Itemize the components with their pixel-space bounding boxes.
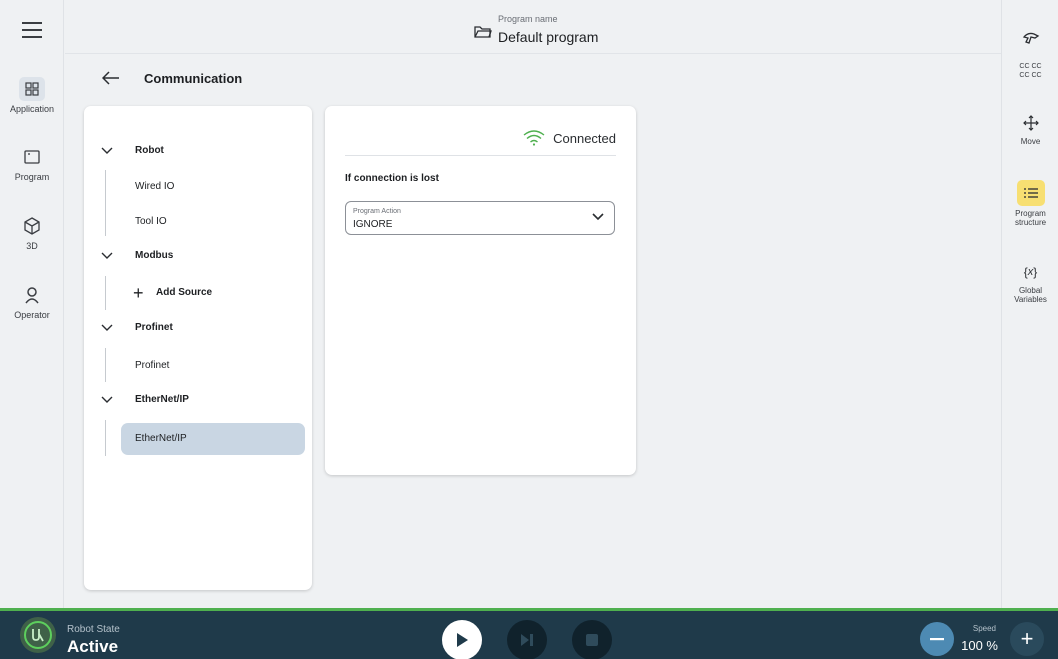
chevron-down-icon <box>101 324 113 331</box>
speed-decrease-button[interactable] <box>920 622 954 656</box>
connection-status: Connected <box>523 130 616 146</box>
rail-label-operator: Operator <box>14 310 50 320</box>
window-icon <box>0 146 64 168</box>
tree-connector <box>105 276 106 310</box>
stop-button[interactable] <box>572 620 612 659</box>
back-arrow-icon[interactable] <box>101 68 120 91</box>
step-button[interactable] <box>507 620 547 659</box>
chevron-down-icon <box>101 396 113 403</box>
play-icon <box>457 633 468 647</box>
tree-section-ethernet-ip[interactable]: EtherNet/IP <box>84 390 312 412</box>
rail-label-move: Move <box>1020 137 1041 146</box>
tree-section-label: Modbus <box>135 250 174 261</box>
speed-label: Speed <box>972 624 996 633</box>
tree-item-tool-io[interactable]: Tool IO <box>121 206 305 238</box>
tree-item-profinet[interactable]: Profinet <box>121 350 305 382</box>
rail-item-application[interactable]: Application <box>0 77 64 114</box>
connection-status-text: Connected <box>553 130 616 146</box>
variables-icon: {x} <box>1023 264 1038 279</box>
wifi-icon <box>523 130 545 146</box>
select-value: IGNORE <box>353 219 393 230</box>
cube-icon <box>0 215 64 237</box>
plus-icon: + <box>133 283 144 303</box>
minus-icon <box>930 638 944 641</box>
tree-item-label: Tool IO <box>135 216 167 227</box>
list-icon <box>1016 180 1045 206</box>
speed-increase-button[interactable]: + <box>1010 622 1044 656</box>
rail-label-program: Program <box>14 172 50 182</box>
robot-state-label: Robot State <box>67 624 120 635</box>
connection-lost-label: If connection is lost <box>345 173 439 184</box>
left-rail: Application Program 3D Operator <box>0 0 64 611</box>
tree-section-label: Robot <box>135 145 164 156</box>
rail-label-program-structure: Program structure <box>1014 209 1047 227</box>
move-arrows-icon <box>1002 113 1058 133</box>
communication-tree-panel: Robot Wired IO Tool IO Modbus + Add Sour… <box>84 106 312 590</box>
page-title: Communication <box>144 71 243 86</box>
tree-item-label: EtherNet/IP <box>135 433 187 444</box>
top-bar <box>65 0 1001 54</box>
rail-item-operator[interactable]: Operator <box>0 284 64 320</box>
rail-label-global-variables: Global Variables <box>1014 286 1047 304</box>
add-source-button[interactable]: + Add Source <box>121 280 305 306</box>
rail-item-program-structure[interactable]: Program structure <box>1002 180 1058 227</box>
tree-connector <box>105 170 106 236</box>
right-rail: CC CC CC CC Move Program structure {x} G… <box>1001 0 1058 611</box>
tree-item-wired-io[interactable]: Wired IO <box>121 171 305 203</box>
ur-logo-button[interactable] <box>20 617 56 653</box>
folder-icon <box>474 25 492 44</box>
tree-item-ethernet-ip[interactable]: EtherNet/IP <box>121 423 305 455</box>
io-status-item[interactable]: CC CC CC CC <box>1002 62 1058 80</box>
divider <box>345 155 616 156</box>
tree-section-modbus[interactable]: Modbus <box>84 246 312 268</box>
plus-icon: + <box>1020 626 1034 651</box>
freedrive-button[interactable] <box>1002 28 1058 52</box>
grid-icon <box>19 77 45 101</box>
hamburger-menu-icon[interactable] <box>22 22 42 38</box>
program-name[interactable]: Default program <box>498 29 598 45</box>
tree-section-robot[interactable]: Robot <box>84 141 312 163</box>
select-caption: Program Action <box>353 208 401 215</box>
chevron-down-icon <box>592 213 604 221</box>
tree-section-label: EtherNet/IP <box>135 394 189 405</box>
rail-item-program[interactable]: Program <box>0 146 64 182</box>
rail-item-move[interactable]: Move <box>1002 113 1058 146</box>
tree-section-profinet[interactable]: Profinet <box>84 318 312 340</box>
tree-connector <box>105 420 106 456</box>
step-icon <box>521 634 533 646</box>
rail-label-application: Application <box>9 104 55 114</box>
person-icon <box>0 284 64 306</box>
rail-item-global-variables[interactable]: {x} Global Variables <box>1002 262 1058 305</box>
program-name-label: Program name <box>498 14 558 24</box>
speed-value: 100 % <box>961 638 998 653</box>
tree-item-label: Profinet <box>135 360 170 371</box>
freedrive-icon <box>1002 28 1058 48</box>
chevron-down-icon <box>101 252 113 259</box>
rail-item-3d[interactable]: 3D <box>0 215 64 251</box>
add-source-label: Add Source <box>156 287 213 298</box>
chevron-down-icon <box>101 147 113 154</box>
stop-icon <box>586 634 598 646</box>
tree-section-label: Profinet <box>135 322 173 333</box>
robot-state-value: Active <box>67 637 119 656</box>
program-action-select[interactable]: Program Action IGNORE <box>345 201 615 235</box>
tree-item-label: Wired IO <box>135 181 175 192</box>
ethernet-ip-detail-panel: Connected If connection is lost Program … <box>325 106 636 475</box>
tree-connector <box>105 348 106 382</box>
ur-logo-icon <box>24 621 52 649</box>
rail-label-3d: 3D <box>26 241 38 251</box>
play-button[interactable] <box>442 620 482 659</box>
